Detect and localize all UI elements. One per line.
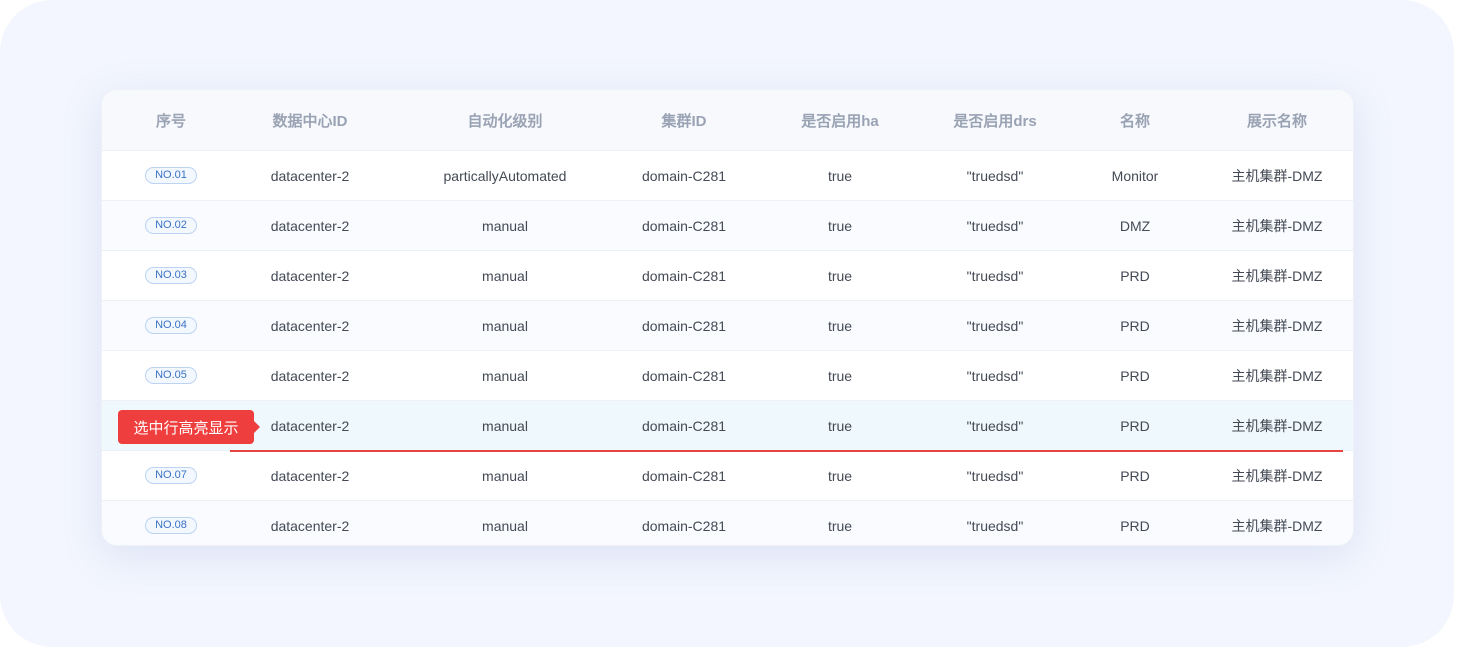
- table-row[interactable]: NO.01 datacenter-2 particallyAutomated d…: [102, 150, 1353, 200]
- ha-cell: true: [827, 367, 853, 384]
- display-name-cell: 主机集群-DMZ: [1231, 467, 1323, 484]
- datacenter-cell: datacenter-2: [270, 267, 350, 284]
- header-index[interactable]: 序号: [121, 90, 221, 150]
- header-display-name[interactable]: 展示名称: [1217, 90, 1337, 150]
- name-cell: PRD: [1120, 467, 1150, 484]
- table-row[interactable]: NO.08 datacenter-2 manual domain-C281 tr…: [102, 500, 1353, 545]
- automation-cell: manual: [482, 517, 528, 534]
- ha-cell: true: [827, 517, 853, 534]
- header-datacenter-id[interactable]: 数据中心ID: [250, 90, 370, 150]
- drs-cell: "truedsd": [966, 167, 1024, 184]
- drs-cell: "truedsd": [966, 417, 1024, 434]
- datacenter-cell: datacenter-2: [270, 467, 350, 484]
- cluster-cell: domain-C281: [641, 467, 727, 484]
- cluster-cell: domain-C281: [641, 367, 727, 384]
- header-cluster-id[interactable]: 集群ID: [624, 90, 744, 150]
- datacenter-cell: datacenter-2: [270, 517, 350, 534]
- callout-arrow-icon: [254, 421, 260, 433]
- automation-cell: manual: [482, 267, 528, 284]
- row-index-badge: NO.08: [145, 517, 197, 534]
- table-row[interactable]: NO.05 datacenter-2 manual domain-C281 tr…: [102, 350, 1353, 400]
- name-cell: Monitor: [1111, 167, 1159, 184]
- table-row[interactable]: NO.02 datacenter-2 manual domain-C281 tr…: [102, 200, 1353, 250]
- drs-cell: "truedsd": [966, 317, 1024, 334]
- cluster-table: 序号 数据中心ID 自动化级别 集群ID 是否启用ha 是否启用drs 名称 展…: [101, 89, 1354, 546]
- table-header: 序号 数据中心ID 自动化级别 集群ID 是否启用ha 是否启用drs 名称 展…: [102, 90, 1353, 150]
- header-ha-enabled[interactable]: 是否启用ha: [790, 90, 890, 150]
- name-cell: PRD: [1120, 367, 1150, 384]
- name-cell: PRD: [1120, 267, 1150, 284]
- ha-cell: true: [827, 167, 853, 184]
- automation-cell: manual: [482, 367, 528, 384]
- row-index-badge: NO.01: [145, 167, 197, 184]
- datacenter-cell: datacenter-2: [270, 367, 350, 384]
- datacenter-cell: datacenter-2: [270, 317, 350, 334]
- display-name-cell: 主机集群-DMZ: [1231, 367, 1323, 384]
- cluster-cell: domain-C281: [641, 267, 727, 284]
- ha-cell: true: [827, 217, 853, 234]
- row-index-badge: NO.05: [145, 367, 197, 384]
- automation-cell: manual: [482, 467, 528, 484]
- row-index-badge: NO.03: [145, 267, 197, 284]
- cluster-cell: domain-C281: [641, 517, 727, 534]
- datacenter-cell: datacenter-2: [270, 167, 350, 184]
- datacenter-cell: datacenter-2: [270, 417, 350, 434]
- automation-cell: manual: [482, 417, 528, 434]
- table-row[interactable]: NO.04 datacenter-2 manual domain-C281 tr…: [102, 300, 1353, 350]
- table-row[interactable]: NO.07 datacenter-2 manual domain-C281 tr…: [102, 450, 1353, 500]
- table-row[interactable]: NO.03 datacenter-2 manual domain-C281 tr…: [102, 250, 1353, 300]
- cluster-cell: domain-C281: [641, 417, 727, 434]
- ha-cell: true: [827, 467, 853, 484]
- name-cell: PRD: [1120, 517, 1150, 534]
- automation-cell: manual: [482, 317, 528, 334]
- drs-cell: "truedsd": [966, 367, 1024, 384]
- automation-cell: particallyAutomated: [443, 167, 567, 184]
- drs-cell: "truedsd": [966, 217, 1024, 234]
- header-name[interactable]: 名称: [1095, 90, 1175, 150]
- drs-cell: "truedsd": [966, 517, 1024, 534]
- ha-cell: true: [827, 267, 853, 284]
- ha-cell: true: [827, 317, 853, 334]
- datacenter-cell: datacenter-2: [270, 217, 350, 234]
- row-index-badge: NO.02: [145, 217, 197, 234]
- header-automation-level[interactable]: 自动化级别: [420, 90, 590, 150]
- drs-cell: "truedsd": [966, 267, 1024, 284]
- display-name-cell: 主机集群-DMZ: [1231, 217, 1323, 234]
- selected-row-highlight-line: [230, 450, 1343, 452]
- display-name-cell: 主机集群-DMZ: [1231, 167, 1323, 184]
- automation-cell: manual: [482, 217, 528, 234]
- name-cell: PRD: [1120, 317, 1150, 334]
- row-index-badge: NO.07: [145, 467, 197, 484]
- ha-cell: true: [827, 417, 853, 434]
- row-index-badge: NO.04: [145, 317, 197, 334]
- display-name-cell: 主机集群-DMZ: [1231, 317, 1323, 334]
- drs-cell: "truedsd": [966, 467, 1024, 484]
- cluster-cell: domain-C281: [641, 167, 727, 184]
- cluster-cell: domain-C281: [641, 317, 727, 334]
- display-name-cell: 主机集群-DMZ: [1231, 417, 1323, 434]
- selected-row-callout: 选中行高亮显示: [118, 410, 254, 444]
- display-name-cell: 主机集群-DMZ: [1231, 267, 1323, 284]
- cluster-cell: domain-C281: [641, 217, 727, 234]
- name-cell: PRD: [1120, 417, 1150, 434]
- name-cell: DMZ: [1119, 217, 1151, 234]
- table-row-selected[interactable]: datacenter-2 manual domain-C281 true "tr…: [102, 400, 1353, 450]
- header-drs-enabled[interactable]: 是否启用drs: [935, 90, 1055, 150]
- display-name-cell: 主机集群-DMZ: [1231, 517, 1323, 534]
